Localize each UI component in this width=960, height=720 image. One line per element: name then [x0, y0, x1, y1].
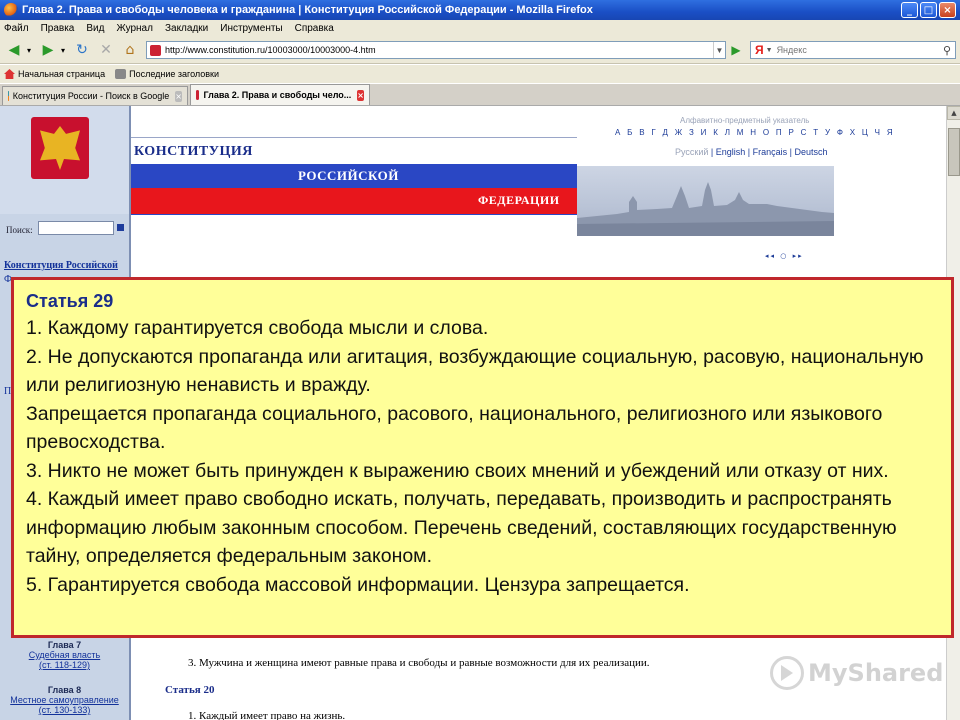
menu-edit[interactable]: Правка: [41, 23, 75, 34]
back-arrow-icon[interactable]: ◀: [4, 40, 24, 60]
yandex-logo[interactable]: Я: [755, 43, 764, 57]
banner-underline: [131, 214, 577, 215]
search-icon[interactable]: ⚲: [939, 44, 955, 57]
chevron-down-icon[interactable]: ▼: [713, 42, 725, 58]
tab-strip: Конституция России - Поиск в Google × Гл…: [0, 84, 960, 106]
alphabet-index-title: Алфавитно-предметный указатель: [680, 116, 810, 125]
search-bar[interactable]: Я ▼ ⚲: [750, 41, 956, 59]
chevron-down-icon[interactable]: ▾: [24, 40, 34, 60]
menu-view[interactable]: Вид: [86, 23, 104, 34]
address-bar[interactable]: http://www.constitution.ru/10003000/1000…: [146, 41, 726, 59]
overlay-paragraph: Запрещается пропаганда социального, расо…: [26, 402, 883, 454]
site-favicon: [150, 44, 161, 56]
menu-bar: Файл Правка Вид Журнал Закладки Инструме…: [0, 20, 960, 37]
window-title: Глава 2. Права и свободы человека и граж…: [22, 4, 593, 16]
eagle-icon: [40, 126, 80, 170]
bookmark-home-page[interactable]: Начальная страница: [4, 69, 105, 79]
minimize-button[interactable]: _: [901, 2, 918, 18]
scroll-up-icon[interactable]: ▲: [947, 106, 960, 120]
search-input[interactable]: [776, 43, 939, 57]
bookmark-label: Начальная страница: [18, 69, 106, 79]
forward-arrow-icon[interactable]: ▶: [38, 40, 58, 60]
bookmark-label: Последние заголовки: [129, 69, 220, 79]
myshared-watermark: MyShared: [770, 656, 943, 690]
chapter-title: Глава 8: [47, 685, 82, 695]
site-search-input[interactable]: [38, 221, 114, 235]
site-favicon: [196, 90, 200, 100]
firefox-icon: [4, 3, 18, 17]
kremlin-panorama-image: [577, 166, 834, 236]
chapter-link[interactable]: Судебная власть: [0, 650, 129, 660]
stop-icon[interactable]: ✕: [96, 40, 116, 60]
banner-word-federation: ФЕДЕРАЦИИ: [478, 193, 560, 207]
rss-icon: [115, 69, 127, 79]
sidebar-link-constitution[interactable]: Конституция Российской: [4, 260, 118, 271]
chevron-down-icon[interactable]: ▼: [766, 47, 773, 54]
banner-word-russian: РОССИЙСКОЙ: [298, 168, 399, 183]
home-icon: [4, 69, 15, 79]
overlay-title: Статья 29: [26, 291, 114, 311]
language-links[interactable]: | English | Français | Deutsch: [711, 147, 828, 157]
google-icon: [8, 91, 9, 101]
overlay-paragraph: 1. Каждому гарантируется свобода мысли и…: [26, 317, 489, 339]
alphabet-index-letters[interactable]: А Б В Г Д Ж З И К Л М Н О П Р С Т У Ф Х …: [615, 128, 895, 137]
article-29-overlay: Статья 29 1. Каждому гарантируется свобо…: [11, 277, 954, 638]
page-navigation[interactable]: ◂◂ ○ ▸▸: [765, 252, 804, 260]
scrollbar-thumb[interactable]: [948, 128, 960, 176]
menu-tools[interactable]: Инструменты: [220, 23, 282, 34]
article-text-line: 3. Мужчина и женщина имеют равные права …: [188, 657, 650, 669]
menu-file[interactable]: Файл: [4, 23, 29, 34]
overlay-paragraph: 4. Каждый имеет право свободно искать, п…: [26, 488, 897, 567]
tab-label: Глава 2. Права и свободы чело...: [203, 90, 352, 100]
close-button[interactable]: ×: [939, 2, 956, 18]
language-current: Русский: [675, 147, 709, 157]
window-titlebar: Глава 2. Права и свободы человека и граж…: [0, 0, 960, 20]
article-heading: Статья 20: [165, 684, 215, 696]
chapter-link[interactable]: Местное самоуправление: [0, 695, 129, 705]
close-icon[interactable]: ×: [357, 89, 364, 101]
article-text-line: 1. Каждый имеет право на жизнь.: [188, 710, 346, 720]
sidebar-chapter-8: Глава 8 Местное самоуправление (ст. 130-…: [0, 685, 129, 715]
chapter-title: Глава 7: [47, 640, 82, 650]
close-icon[interactable]: ×: [175, 90, 182, 102]
play-icon: [770, 656, 804, 690]
overlay-paragraph: 5. Гарантируется свобода массовой информ…: [26, 573, 690, 596]
menu-bookmarks[interactable]: Закладки: [165, 23, 208, 34]
search-label: Поиск:: [6, 225, 33, 235]
go-arrow-icon[interactable]: ▶: [728, 41, 744, 59]
kremlin-skyline: [577, 182, 834, 236]
tab-label: Конституция России - Поиск в Google: [12, 91, 170, 101]
menu-history[interactable]: Журнал: [116, 23, 153, 34]
chapter-range-link[interactable]: (ст. 118-129): [0, 660, 129, 670]
bookmarks-toolbar: Начальная страница Последние заголовки: [0, 65, 960, 83]
menu-help[interactable]: Справка: [295, 23, 334, 34]
sidebar-chapter-7: Глава 7 Судебная власть (ст. 118-129): [0, 640, 129, 670]
url-text[interactable]: http://www.constitution.ru/10003000/1000…: [165, 45, 713, 55]
maximize-button[interactable]: □: [920, 2, 937, 18]
chapter-range-link[interactable]: (ст. 130-133): [0, 705, 129, 715]
overlay-paragraph: 3. Никто не может быть принужден к выраж…: [26, 459, 889, 482]
overlay-paragraph: 2. Не допускаются пропаганда или агитаци…: [26, 345, 924, 397]
tab-google-search[interactable]: Конституция России - Поиск в Google ×: [2, 86, 188, 105]
reload-icon[interactable]: ↻: [72, 40, 92, 60]
search-go-button[interactable]: [117, 224, 124, 231]
bookmark-latest-headlines[interactable]: Последние заголовки: [115, 69, 219, 79]
banner-word-constitution: КОНСТИТУЦИЯ: [134, 144, 253, 159]
tab-constitution-chapter[interactable]: Глава 2. Права и свободы чело... ×: [190, 84, 370, 105]
watermark-text: MyShared: [808, 659, 944, 687]
coat-of-arms-emblem: [31, 117, 89, 179]
chevron-down-icon[interactable]: ▾: [58, 40, 68, 60]
language-switcher: Русский | English | Français | Deutsch: [675, 147, 827, 157]
home-icon[interactable]: ⌂: [120, 40, 140, 60]
